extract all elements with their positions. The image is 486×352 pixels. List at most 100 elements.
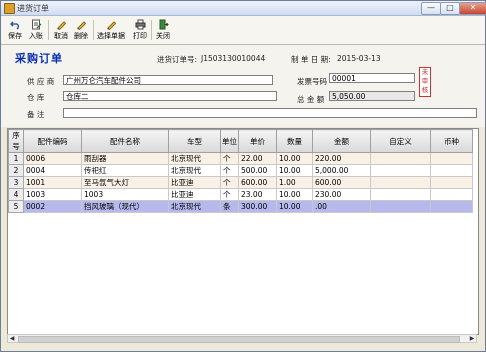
table-cell[interactable]: 1.00: [276, 176, 313, 189]
table-cell[interactable]: 300.00: [238, 200, 277, 213]
column-header[interactable]: 币种: [430, 129, 473, 153]
supplier-field[interactable]: 广州万仑汽车配件公司: [63, 75, 273, 85]
warehouse-field[interactable]: 仓库二: [63, 91, 277, 101]
table-cell[interactable]: 比亚迪: [168, 188, 221, 201]
column-header[interactable]: 单位: [220, 129, 239, 153]
column-header[interactable]: 车型: [168, 129, 221, 153]
scroll-left-arrow-icon[interactable]: ◀: [8, 335, 16, 342]
row-number-cell[interactable]: 3: [8, 176, 24, 189]
table-row[interactable]: 3 1001 至马氙气大灯 比亚迪个 600.00 1.00 600.00: [8, 176, 473, 189]
close-button[interactable]: 关闭: [154, 18, 172, 42]
invoice-label: 发票号码: [297, 77, 327, 86]
table-cell[interactable]: 北京现代: [168, 164, 221, 177]
row-number-cell[interactable]: 1: [8, 152, 24, 165]
table-cell[interactable]: [430, 200, 473, 213]
remark-field[interactable]: [63, 108, 477, 118]
table-cell[interactable]: 1003: [81, 188, 169, 201]
minimize-button[interactable]: —: [421, 2, 441, 15]
table-cell[interactable]: 5,000.00: [312, 164, 371, 177]
delete-label: 删除: [74, 32, 88, 40]
table-cell[interactable]: 22.00: [238, 152, 277, 165]
table-row[interactable]: 1 0006 雨刮器 北京现代个 22.00 10.00 220.00: [8, 152, 473, 165]
column-header[interactable]: 金额: [312, 129, 371, 153]
table-cell[interactable]: 个: [220, 188, 239, 201]
table-cell[interactable]: [430, 176, 473, 189]
toolbar-separator: [93, 20, 94, 40]
table-cell[interactable]: 23.00: [238, 188, 277, 201]
table-cell[interactable]: 10.00: [276, 164, 313, 177]
order-items-grid: 序号 配件编码 配件名称 车型 单位 单价 数量 金额 自定义 币种 1 0006 雨刮器 北京现代个 2…: [7, 128, 479, 335]
column-header[interactable]: 单价: [238, 129, 277, 153]
table-cell[interactable]: [430, 152, 473, 165]
cancel-label: 取消: [54, 32, 68, 40]
table-cell[interactable]: [430, 164, 473, 177]
pencil-icon: [106, 21, 116, 30]
table-cell[interactable]: [370, 200, 431, 213]
table-row[interactable]: 2 0004 传祀红 北京现代个 500.00 10.00 5,000.00: [8, 164, 473, 177]
table-cell[interactable]: 10.00: [276, 152, 313, 165]
table-cell[interactable]: 600.00: [312, 176, 371, 189]
row-number-cell[interactable]: 2: [8, 164, 24, 177]
column-header[interactable]: 序号: [8, 129, 24, 153]
table-cell[interactable]: 传祀红: [81, 164, 169, 177]
save-button[interactable]: 保存: [7, 18, 23, 42]
total-amount-label: 总 金 额: [297, 95, 325, 104]
supplier-label: 供 应 商: [27, 77, 55, 86]
table-cell[interactable]: 雨刮器: [81, 152, 169, 165]
table-cell[interactable]: 0006: [23, 152, 82, 165]
scroll-right-arrow-icon[interactable]: ▶: [468, 335, 476, 342]
column-header[interactable]: 自定义: [370, 129, 431, 153]
close-label: 关闭: [156, 32, 170, 40]
select-document-label: 选择单据: [97, 32, 125, 40]
table-cell[interactable]: 500.00: [238, 164, 277, 177]
print-label: 打印: [133, 32, 147, 40]
table-cell[interactable]: 条: [220, 200, 239, 213]
table-row[interactable]: 5 0002 挡风玻璃（现代） 北京现代条 300.00 10.00.00: [8, 200, 473, 213]
table-cell[interactable]: 10.00: [276, 188, 313, 201]
invoice-field[interactable]: 00001: [329, 73, 415, 83]
table-cell[interactable]: 挡风玻璃（现代）: [81, 200, 169, 213]
table-cell[interactable]: 北京现代: [168, 152, 221, 165]
table-cell[interactable]: [370, 188, 431, 201]
table-cell[interactable]: 0002: [23, 200, 82, 213]
remark-label: 备 注: [27, 110, 45, 119]
table-cell[interactable]: 230.00: [312, 188, 371, 201]
maximize-button[interactable]: □: [440, 2, 460, 15]
table-cell[interactable]: 10.00: [276, 200, 313, 213]
post-button[interactable]: 入账: [28, 18, 44, 42]
table-cell[interactable]: 比亚迪: [168, 176, 221, 189]
post-label: 入账: [29, 32, 43, 40]
close-window-button[interactable]: ✕: [459, 2, 486, 15]
toolbar-separator: [48, 20, 49, 40]
table-cell[interactable]: 个: [220, 152, 239, 165]
row-number-cell[interactable]: 5: [8, 200, 24, 213]
column-header[interactable]: 数量: [276, 129, 313, 153]
window-title: 进货订单: [17, 4, 49, 13]
table-cell[interactable]: .00: [312, 200, 371, 213]
table-cell[interactable]: 个: [220, 176, 239, 189]
column-header[interactable]: 配件名称: [81, 129, 169, 153]
table-cell[interactable]: 北京现代: [168, 200, 221, 213]
order-header-form: 采购订单 进货订单号: J1503130010044 制 单 日 期: 2015…: [1, 45, 485, 127]
table-cell[interactable]: 个: [220, 164, 239, 177]
scrollbar-thumb[interactable]: [18, 336, 460, 343]
table-cell[interactable]: 600.00: [238, 176, 277, 189]
row-number-cell[interactable]: 4: [8, 188, 24, 201]
horizontal-scrollbar[interactable]: ◀ ▶: [7, 334, 477, 343]
cancel-button[interactable]: 取消: [52, 18, 70, 42]
table-cell[interactable]: 1003: [23, 188, 82, 201]
table-cell[interactable]: 1001: [23, 176, 82, 189]
table-cell[interactable]: [430, 188, 473, 201]
table-cell[interactable]: 0004: [23, 164, 82, 177]
table-cell[interactable]: 220.00: [312, 152, 371, 165]
select-document-button[interactable]: 选择单据: [96, 18, 126, 42]
table-cell[interactable]: [370, 164, 431, 177]
delete-button[interactable]: 删除: [72, 18, 90, 42]
table-cell[interactable]: [370, 152, 431, 165]
table-cell[interactable]: 至马氙气大灯: [81, 176, 169, 189]
column-header[interactable]: 配件编码: [23, 129, 82, 153]
warehouse-label: 仓 库: [27, 93, 45, 102]
table-row[interactable]: 4 1003 1003 比亚迪个 23.00 10.00 230.00: [8, 188, 473, 201]
table-cell[interactable]: [370, 176, 431, 189]
print-button[interactable]: 打印: [131, 18, 149, 42]
